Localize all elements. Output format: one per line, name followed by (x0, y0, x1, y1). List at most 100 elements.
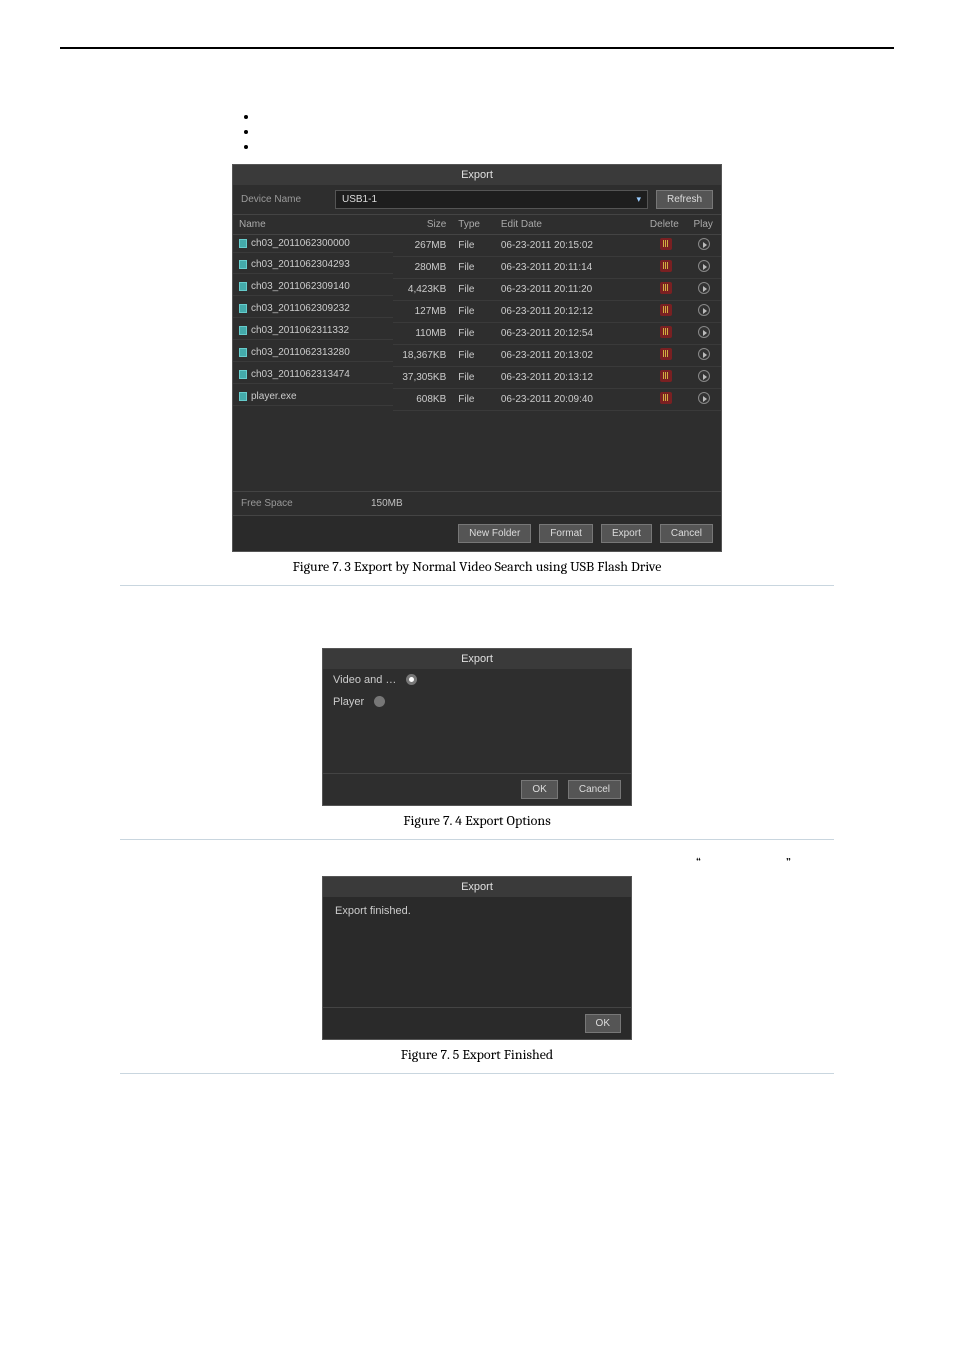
option-label: Video and … (333, 674, 396, 686)
option-player[interactable]: Player (323, 691, 631, 713)
device-name-label: Device Name (241, 194, 327, 205)
chevron-down-icon: ▾ (636, 194, 641, 205)
table-row[interactable]: ch03_2011062300000 267MBFile06-23-2011 20… (233, 234, 721, 256)
play-icon[interactable] (698, 282, 710, 294)
export-dialog: Export Device Name USB1-1 ▾ Refresh Name… (232, 164, 722, 552)
table-row[interactable]: ch03_2011062313474 37,305KBFile06-23-2011… (233, 366, 721, 388)
file-name: player.exe (251, 391, 297, 402)
file-icon (239, 348, 247, 357)
new-folder-button[interactable]: New Folder (458, 524, 531, 543)
file-type: File (452, 322, 495, 344)
ok-button[interactable]: OK (521, 780, 557, 799)
file-edit-date: 06-23-2011 20:12:12 (495, 300, 644, 322)
table-row[interactable]: ch03_2011062309140 4,423KBFile06-23-2011 … (233, 278, 721, 300)
table-row[interactable]: ch03_201106231328018,367KBFile06-23-2011… (233, 344, 721, 366)
table-row[interactable]: ch03_2011062311332110MBFile06-23-2011 20… (233, 322, 721, 344)
file-type: File (452, 344, 495, 366)
file-name: ch03_2011062304293 (251, 259, 350, 270)
device-name-value: USB1-1 (342, 194, 377, 205)
free-space-label: Free Space (241, 498, 371, 509)
file-size: 37,305KB (393, 366, 453, 388)
format-button[interactable]: Format (539, 524, 593, 543)
file-name: ch03_2011062313474 (251, 369, 350, 380)
dialog-title: Export (323, 649, 631, 669)
file-type: File (452, 234, 495, 256)
play-icon[interactable] (698, 326, 710, 338)
dialog-title: Export (233, 165, 721, 185)
file-type: File (452, 256, 495, 278)
play-icon[interactable] (698, 370, 710, 382)
file-type: File (452, 388, 495, 410)
file-name: ch03_2011062313280 (251, 347, 350, 358)
open-quote: “ (696, 856, 701, 871)
col-size[interactable]: Size (393, 215, 453, 235)
export-finished-message: Export finished. (323, 897, 631, 1007)
delete-icon[interactable] (660, 392, 672, 404)
cancel-button[interactable]: Cancel (568, 780, 621, 799)
radio-selected-icon (406, 674, 417, 685)
col-delete[interactable]: Delete (644, 215, 688, 235)
file-name: ch03_2011062311332 (251, 325, 349, 336)
play-icon[interactable] (698, 392, 710, 404)
file-edit-date: 06-23-2011 20:11:14 (495, 256, 644, 278)
export-options-dialog: Export Video and … Player OK Cancel (322, 648, 632, 806)
dialog-title: Export (323, 877, 631, 897)
play-icon[interactable] (698, 348, 710, 360)
file-type: File (452, 366, 495, 388)
file-icon (239, 239, 247, 248)
file-type: File (452, 278, 495, 300)
free-space-value: 150MB (371, 498, 403, 509)
option-video-and-log[interactable]: Video and … (323, 669, 631, 691)
figure-caption: Figure 7. 3 Export by Normal Video Searc… (293, 558, 662, 575)
table-row[interactable]: player.exe 608KBFile06-23-2011 20:09:40 (233, 388, 721, 410)
figure-caption: Figure 7. 4 Export Options (403, 812, 550, 829)
bullet-item (258, 124, 261, 139)
delete-icon[interactable] (660, 282, 672, 294)
file-edit-date: 06-23-2011 20:09:40 (495, 388, 644, 410)
file-type: File (452, 300, 495, 322)
bullet-item (258, 109, 261, 124)
export-finished-dialog: Export Export finished. OK (322, 876, 632, 1040)
delete-icon[interactable] (660, 238, 672, 250)
file-edit-date: 06-23-2011 20:13:02 (495, 344, 644, 366)
col-name[interactable]: Name (233, 215, 393, 235)
ok-button[interactable]: OK (585, 1014, 621, 1033)
play-icon[interactable] (698, 238, 710, 250)
col-edit[interactable]: Edit Date (495, 215, 644, 235)
col-play[interactable]: Play (687, 215, 721, 235)
delete-icon[interactable] (660, 260, 672, 272)
file-name: ch03_2011062300000 (251, 238, 350, 249)
file-name: ch03_2011062309140 (251, 281, 350, 292)
col-type[interactable]: Type (452, 215, 495, 235)
file-table: Name Size Type Edit Date Delete Play ch0… (233, 215, 721, 411)
file-icon (239, 260, 247, 269)
file-size: 267MB (393, 234, 453, 256)
table-row[interactable]: ch03_2011062309232 127MBFile06-23-2011 20… (233, 300, 721, 322)
file-size: 127MB (393, 300, 453, 322)
file-size: 4,423KB (393, 278, 453, 300)
file-edit-date: 06-23-2011 20:11:20 (495, 278, 644, 300)
figure-caption: Figure 7. 5 Export Finished (401, 1046, 553, 1063)
file-edit-date: 06-23-2011 20:13:12 (495, 366, 644, 388)
file-size: 608KB (393, 388, 453, 410)
file-edit-date: 06-23-2011 20:15:02 (495, 234, 644, 256)
delete-icon[interactable] (660, 348, 672, 360)
cancel-button[interactable]: Cancel (660, 524, 713, 543)
delete-icon[interactable] (660, 304, 672, 316)
file-icon (239, 392, 247, 401)
refresh-button[interactable]: Refresh (656, 190, 713, 209)
file-icon (239, 370, 247, 379)
delete-icon[interactable] (660, 326, 672, 338)
file-icon (239, 304, 247, 313)
export-button[interactable]: Export (601, 524, 652, 543)
device-name-dropdown[interactable]: USB1-1 ▾ (335, 190, 648, 209)
bullet-item (258, 139, 261, 154)
table-row[interactable]: ch03_2011062304293 280MBFile06-23-2011 20… (233, 256, 721, 278)
delete-icon[interactable] (660, 370, 672, 382)
file-size: 280MB (393, 256, 453, 278)
file-name: ch03_2011062309232 (251, 303, 350, 314)
file-edit-date: 06-23-2011 20:12:54 (495, 322, 644, 344)
play-icon[interactable] (698, 260, 710, 272)
close-quote: ” (786, 856, 791, 871)
play-icon[interactable] (698, 304, 710, 316)
